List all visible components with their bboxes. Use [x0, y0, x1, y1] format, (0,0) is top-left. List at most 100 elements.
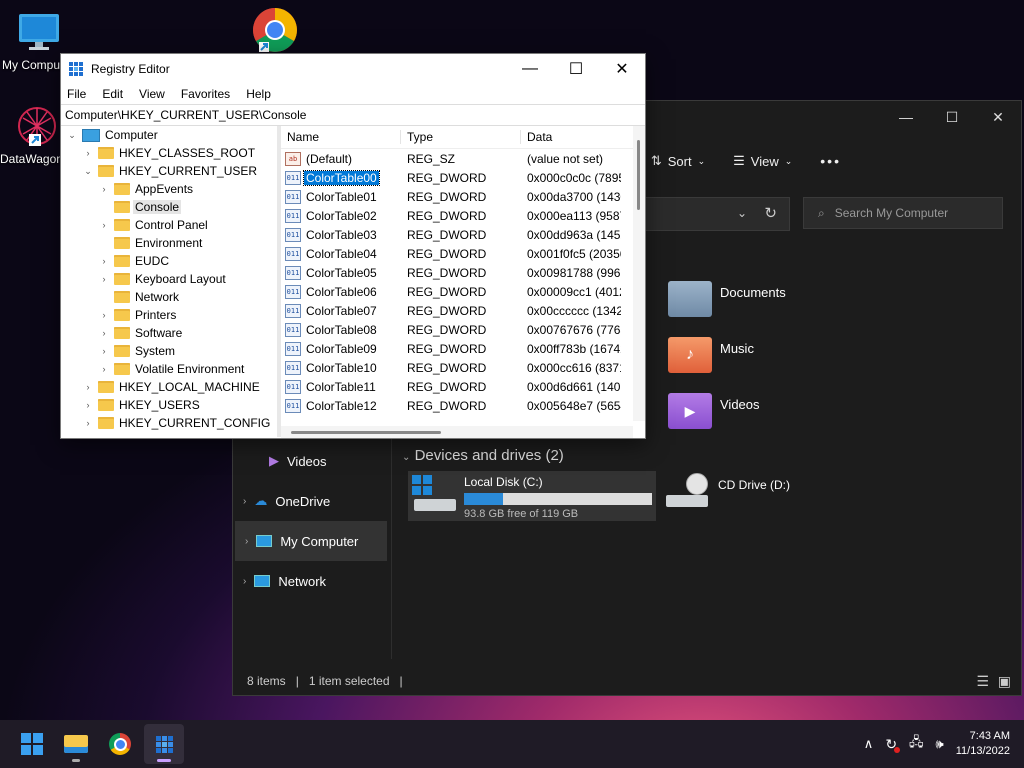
column-type[interactable]: Type	[401, 130, 521, 144]
chevron-right-icon[interactable]: ›	[97, 274, 111, 284]
nav-item-onedrive[interactable]: › ☁ OneDrive	[233, 481, 389, 521]
tree-node[interactable]: › Keyboard Layout	[61, 270, 277, 288]
column-data[interactable]: Data	[521, 130, 621, 144]
drive-local-disk-c[interactable]: Local Disk (C:) 93.8 GB free of 119 GB	[408, 471, 656, 521]
value-row[interactable]: 011 ColorTable03 REG_DWORD 0x00dd963a (1452…	[281, 225, 645, 244]
chevron-right-icon[interactable]: ›	[97, 310, 111, 320]
chevron-right-icon[interactable]: ›	[97, 364, 111, 374]
chevron-down-icon[interactable]: ⌄	[65, 130, 79, 141]
value-data: 0x00d6d661 (14079	[527, 379, 621, 394]
tree-node[interactable]: › Control Panel	[61, 216, 277, 234]
chevron-down-icon[interactable]: ⌄	[81, 166, 95, 177]
sync-icon[interactable]: ↻	[885, 736, 901, 753]
menu-edit[interactable]: Edit	[102, 87, 123, 101]
minimize-icon[interactable]: —	[507, 54, 553, 84]
tree-node[interactable]: › EUDC	[61, 252, 277, 270]
folder-videos[interactable]: ▶ Videos	[668, 393, 760, 429]
tree-node[interactable]: › AppEvents	[61, 180, 277, 198]
chevron-right-icon[interactable]: ›	[97, 346, 111, 356]
value-row[interactable]: 011 ColorTable02 REG_DWORD 0x000ea113 (9587…	[281, 206, 645, 225]
chevron-right-icon[interactable]: ›	[97, 220, 111, 230]
maximize-icon[interactable]: ☐	[553, 54, 599, 84]
value-row[interactable]: 011 ColorTable09 REG_DWORD 0x00ff783b (1674…	[281, 339, 645, 358]
taskbar-chrome[interactable]	[100, 724, 140, 764]
close-icon[interactable]: ✕	[975, 101, 1021, 133]
chevron-right-icon[interactable]: ›	[243, 576, 246, 587]
horizontal-scrollbar[interactable]	[281, 426, 633, 438]
chevron-right-icon[interactable]: ›	[81, 400, 95, 410]
taskbar-file-explorer[interactable]	[56, 724, 96, 764]
value-row[interactable]: 011 ColorTable12 REG_DWORD 0x005648e7 (5654…	[281, 396, 645, 415]
chevron-right-icon[interactable]: ›	[245, 536, 248, 547]
refresh-icon[interactable]: ↻	[764, 204, 777, 222]
tree-node[interactable]: › HKEY_LOCAL_MACHINE	[61, 378, 277, 396]
value-row[interactable]: 011 ColorTable04 REG_DWORD 0x001f0fc5 (2035…	[281, 244, 645, 263]
value-row[interactable]: 011 ColorTable08 REG_DWORD 0x00767676 (7763…	[281, 320, 645, 339]
tree-node[interactable]: Environment	[61, 234, 277, 252]
start-button[interactable]	[12, 724, 52, 764]
close-icon[interactable]: ✕	[599, 54, 645, 84]
chevron-right-icon[interactable]: ›	[81, 382, 95, 392]
search-box[interactable]: ⌕ Search My Computer	[803, 197, 1003, 229]
address-path[interactable]: Computer\HKEY_CURRENT_USER\Console	[61, 104, 645, 126]
column-name[interactable]: Name	[281, 130, 401, 144]
running-indicator	[72, 759, 80, 762]
view-button[interactable]: ☰ View ⌄	[733, 153, 792, 169]
chevron-right-icon[interactable]: ›	[243, 496, 246, 507]
chevron-up-icon[interactable]: ∧	[864, 736, 874, 752]
tree-node[interactable]: › HKEY_USERS	[61, 396, 277, 414]
tree-node[interactable]: › System	[61, 342, 277, 360]
menu-help[interactable]: Help	[246, 87, 271, 101]
menu-file[interactable]: File	[67, 87, 86, 101]
desktop-icon-chrome[interactable]	[236, 6, 310, 54]
value-row[interactable]: 011 ColorTable06 REG_DWORD 0x00009cc1 (4012…	[281, 282, 645, 301]
tree-node[interactable]: › HKEY_CLASSES_ROOT	[61, 144, 277, 162]
tree-node[interactable]: › Printers	[61, 306, 277, 324]
hard-drive-icon	[412, 473, 456, 513]
tiles-view-icon[interactable]: ▣	[998, 673, 1011, 690]
value-row[interactable]: 011 ColorTable01 REG_DWORD 0x00da3700 (1430…	[281, 187, 645, 206]
value-name: ColorTable05	[306, 265, 377, 280]
vertical-scrollbar[interactable]	[633, 126, 645, 421]
chevron-right-icon[interactable]: ›	[81, 418, 95, 428]
minimize-icon[interactable]: —	[883, 101, 929, 133]
nav-item-network[interactable]: › Network	[233, 561, 389, 601]
value-row[interactable]: 011 ColorTable10 REG_DWORD 0x000cc616 (8371…	[281, 358, 645, 377]
chevron-right-icon[interactable]: ›	[97, 184, 111, 194]
devices-section-header[interactable]: ⌄ Devices and drives (2)	[402, 447, 564, 464]
volume-icon[interactable]: 🕪	[936, 736, 944, 752]
value-row[interactable]: 011ColorTable00 REG_DWORD 0x000c0c0c (7895…	[281, 168, 645, 187]
chevron-right-icon[interactable]: ›	[97, 328, 111, 338]
nav-item-my-computer[interactable]: › My Computer	[235, 521, 387, 561]
folder-documents[interactable]: Documents	[668, 281, 786, 317]
maximize-icon[interactable]: ☐	[929, 101, 975, 133]
chevron-down-icon[interactable]: ⌄	[737, 206, 747, 220]
tree-node[interactable]: Console	[61, 198, 277, 216]
folder-icon	[114, 201, 130, 213]
tree-node[interactable]: › Volatile Environment	[61, 360, 277, 378]
chevron-right-icon[interactable]: ›	[81, 148, 95, 158]
tree-node[interactable]: ⌄ Computer	[61, 126, 277, 144]
drive-cd-d[interactable]: CD Drive (D:)	[666, 473, 790, 509]
value-row[interactable]: 011 ColorTable07 REG_DWORD 0x00cccccc (1342…	[281, 301, 645, 320]
value-data: 0x00ff783b (167424	[527, 341, 621, 356]
folder-music[interactable]: ♪ Music	[668, 337, 754, 373]
sort-button[interactable]: ⇅ Sort ⌄	[651, 153, 705, 169]
details-view-icon[interactable]: ☰	[976, 673, 989, 690]
taskbar-registry-editor[interactable]	[144, 724, 184, 764]
tree-node[interactable]: Network	[61, 288, 277, 306]
folder-icon	[98, 417, 114, 429]
nav-item-videos[interactable]: ▶ Videos	[233, 441, 389, 481]
tree-node[interactable]: ⌄ HKEY_CURRENT_USER	[61, 162, 277, 180]
tree-node[interactable]: › Software	[61, 324, 277, 342]
more-options-button[interactable]: •••	[820, 153, 841, 169]
chevron-right-icon[interactable]: ›	[97, 256, 111, 266]
menu-favorites[interactable]: Favorites	[181, 87, 230, 101]
tree-node[interactable]: › HKEY_CURRENT_CONFIG	[61, 414, 277, 432]
value-row[interactable]: ab (Default) REG_SZ (value not set)	[281, 149, 645, 168]
menu-view[interactable]: View	[139, 87, 165, 101]
value-row[interactable]: 011 ColorTable05 REG_DWORD 0x00981788 (9967…	[281, 263, 645, 282]
value-row[interactable]: 011 ColorTable11 REG_DWORD 0x00d6d661 (1407…	[281, 377, 645, 396]
network-icon[interactable]: 🖧	[909, 733, 924, 755]
clock[interactable]: 7:43 AM 11/13/2022	[956, 729, 1010, 759]
